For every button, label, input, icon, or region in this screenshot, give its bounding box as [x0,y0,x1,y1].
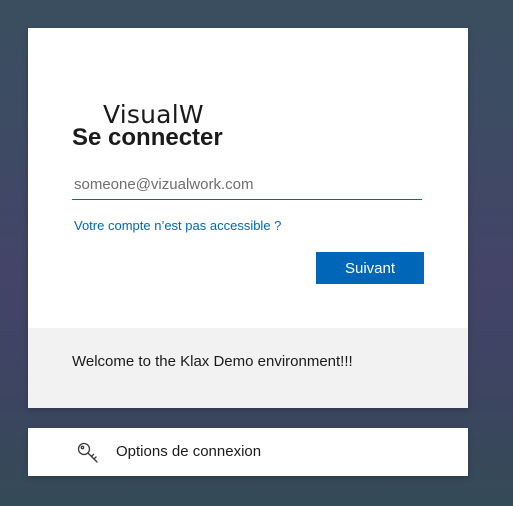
signin-card: VisualW Se connecter Votre compte n’est … [28,28,468,408]
signin-options-label: Options de connexion [116,443,262,460]
email-field[interactable] [72,170,422,200]
page-title: Se connecter [72,124,223,151]
account-help-link[interactable]: Votre compte n’est pas accessible ? [74,218,281,233]
next-button[interactable]: Suivant [316,252,424,284]
welcome-banner: Welcome to the Klax Demo environment!!! [28,328,468,408]
signin-options-button[interactable]: Options de connexion [28,428,468,476]
welcome-text: Welcome to the Klax Demo environment!!! [72,353,353,370]
key-icon [76,441,100,465]
